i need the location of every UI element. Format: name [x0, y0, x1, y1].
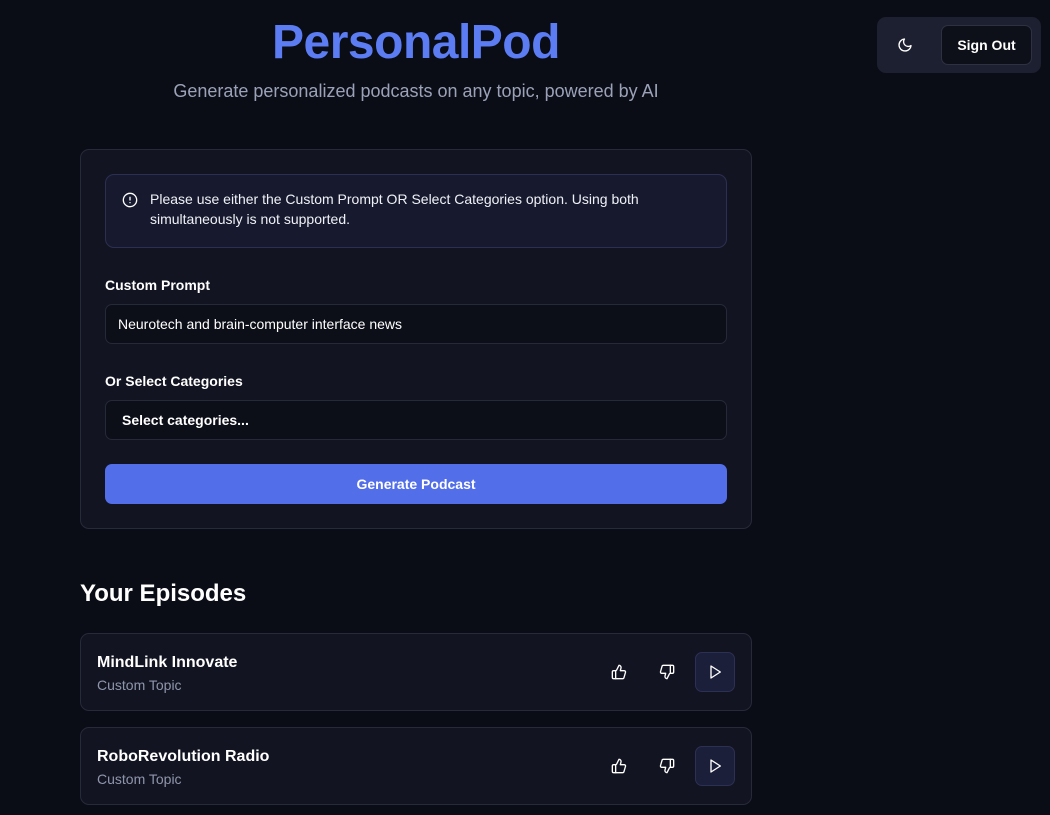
app-title: PersonalPod — [272, 16, 560, 69]
usage-notice: Please use either the Custom Prompt OR S… — [105, 174, 727, 248]
theme-toggle-button[interactable] — [885, 25, 925, 65]
dislike-button[interactable] — [647, 652, 687, 692]
play-icon — [707, 664, 723, 680]
info-circle-icon — [122, 192, 138, 208]
episode-card: MindLink Innovate Custom Topic — [80, 633, 752, 711]
like-button[interactable] — [599, 652, 639, 692]
app-subtitle: Generate personalized podcasts on any to… — [173, 81, 659, 101]
thumbs-down-icon — [659, 758, 675, 774]
episodes-heading: Your Episodes — [80, 580, 247, 607]
custom-prompt-input[interactable] — [105, 304, 727, 344]
hero: PersonalPod Generate personalized podcas… — [80, 0, 752, 103]
categories-label: Or Select Categories — [105, 373, 243, 389]
thumbs-up-icon — [611, 758, 627, 774]
episode-card: RoboRevolution Radio Custom Topic — [80, 727, 752, 805]
episode-subtitle: Custom Topic — [97, 771, 182, 787]
thumbs-down-icon — [659, 664, 675, 680]
episode-subtitle: Custom Topic — [97, 677, 182, 693]
thumbs-up-icon — [611, 664, 627, 680]
categories-placeholder: Select categories... — [122, 412, 249, 428]
episode-title: MindLink Innovate — [97, 654, 238, 671]
sign-out-button[interactable]: Sign Out — [941, 25, 1032, 65]
play-button[interactable] — [695, 746, 735, 786]
generate-podcast-button[interactable]: Generate Podcast — [105, 464, 727, 504]
moon-icon — [897, 37, 913, 53]
dislike-button[interactable] — [647, 746, 687, 786]
like-button[interactable] — [599, 746, 639, 786]
top-controls: Sign Out — [877, 17, 1041, 73]
notice-text: Please use either the Custom Prompt OR S… — [150, 191, 639, 227]
episode-title: RoboRevolution Radio — [97, 748, 270, 765]
play-button[interactable] — [695, 652, 735, 692]
play-icon — [707, 758, 723, 774]
custom-prompt-label: Custom Prompt — [105, 277, 210, 293]
generate-form-card: Please use either the Custom Prompt OR S… — [80, 149, 752, 529]
categories-select[interactable]: Select categories... — [105, 400, 727, 440]
